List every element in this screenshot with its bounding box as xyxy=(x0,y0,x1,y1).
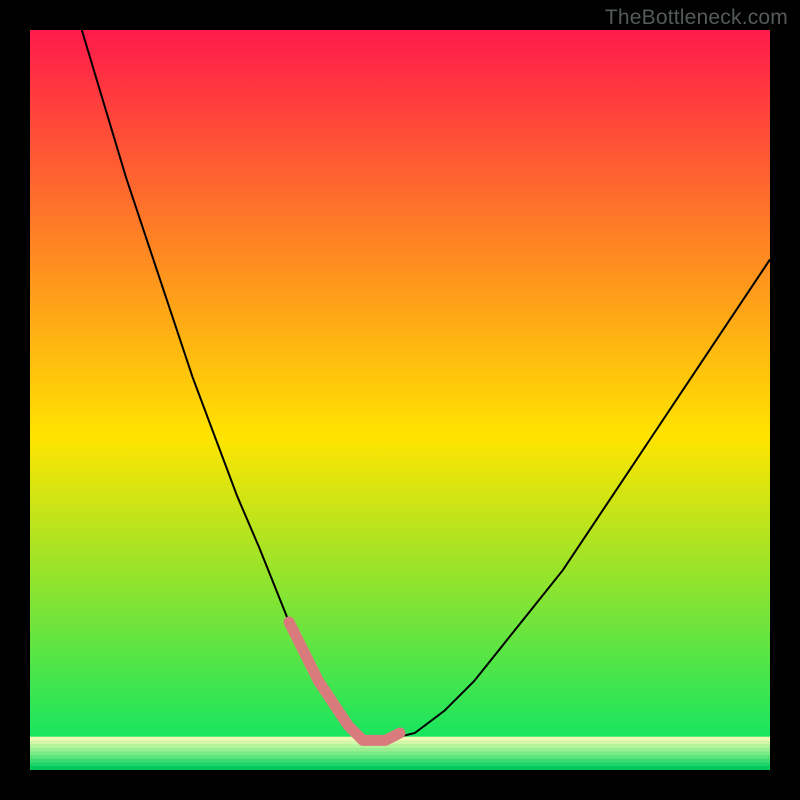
bottom-stripes xyxy=(30,737,770,770)
chart-frame xyxy=(30,30,770,770)
watermark-text: TheBottleneck.com xyxy=(605,6,788,30)
bottleneck-chart xyxy=(30,30,770,770)
gradient-background xyxy=(30,30,770,770)
